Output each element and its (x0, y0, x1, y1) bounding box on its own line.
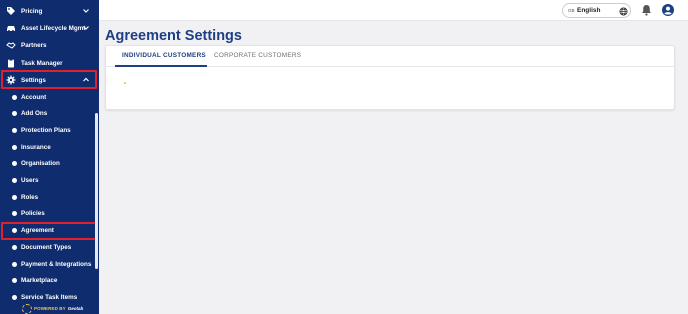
submenu-item-account[interactable]: Account (0, 91, 99, 105)
bullet-icon (12, 278, 17, 283)
language-selector[interactable]: GB English (562, 3, 631, 18)
page-title: Agreement Settings (105, 28, 242, 44)
active-tab-indicator (115, 65, 207, 67)
car-icon (7, 26, 15, 32)
bullet-icon (12, 195, 17, 200)
submenu-item-document-types[interactable]: Document Types (0, 241, 99, 255)
handshake-icon (6, 42, 16, 49)
submenu-item-roles[interactable]: Roles (0, 191, 99, 205)
submenu-item-protection-plans[interactable]: Protection Plans (0, 124, 99, 138)
sidebar-item-partners[interactable]: Partners (0, 37, 99, 53)
bullet-icon (12, 128, 17, 133)
submenu-item-label: Organisation (21, 160, 60, 167)
bullet-icon (12, 178, 17, 183)
tab-individual-customers[interactable]: INDIVIDUAL CUSTOMERS (122, 52, 206, 59)
submenu-item-label: Protection Plans (21, 127, 71, 134)
submenu-item-label: Document Types (21, 244, 72, 251)
sidebar-item-label: Settings (21, 76, 46, 84)
sidebar-item-asset-lifecycle[interactable]: Asset Lifecycle Mgmt (0, 20, 99, 36)
globe-icon (619, 7, 628, 16)
bullet-icon (12, 211, 17, 216)
submenu-item-add-ons[interactable]: Add Ons (0, 107, 99, 121)
brand-name: Geotab (67, 306, 84, 311)
sidebar-item-task-manager[interactable]: Task Manager (0, 55, 99, 71)
sidebar-item-label: Partners (21, 41, 47, 49)
submenu-item-label: Account (21, 94, 47, 101)
powered-by-badge: POWERED BY Geotab (22, 303, 83, 314)
submenu-item-policies[interactable]: Policies (0, 207, 99, 221)
submenu-item-label: Agreement (21, 227, 54, 234)
submenu-item-marketplace[interactable]: Marketplace (0, 274, 99, 288)
submenu-item-label: Users (21, 177, 39, 184)
sidebar-item-label: Asset Lifecycle Mgmt (21, 24, 86, 32)
powered-by-label: POWERED BY (34, 306, 66, 311)
bell-icon[interactable] (641, 4, 652, 16)
bullet-icon (12, 245, 17, 250)
bullet-icon (12, 111, 17, 116)
tab-corporate-customers[interactable]: CORPORATE CUSTOMERS (214, 52, 301, 59)
sidebar-item-label: Pricing (21, 7, 43, 15)
chevron-down-icon (83, 26, 89, 30)
bullet-icon (12, 161, 17, 166)
submenu-item-users[interactable]: Users (0, 174, 99, 188)
language-code: GB (568, 8, 575, 13)
chevron-down-icon (83, 9, 89, 13)
submenu-item-label: Service Task Items (21, 294, 78, 301)
submenu-item-payment-integrations[interactable]: Payment & Integrations (0, 258, 99, 272)
submenu-item-label: Marketplace (21, 277, 58, 284)
sidebar-item-label: Task Manager (21, 59, 63, 67)
bullet-icon (12, 295, 17, 300)
bullet-icon (12, 262, 17, 267)
language-name: English (577, 7, 601, 14)
content-placeholder (124, 82, 126, 84)
sidebar-item-settings[interactable]: Settings (0, 72, 99, 88)
sidebar-item-pricing[interactable]: Pricing (0, 3, 99, 19)
submenu-item-label: Payment & Integrations (21, 261, 92, 268)
submenu-item-label: Add Ons (21, 110, 48, 117)
bullet-icon (12, 95, 17, 100)
submenu-item-label: Policies (21, 210, 45, 217)
agreement-settings-card: INDIVIDUAL CUSTOMERS CORPORATE CUSTOMERS (105, 45, 675, 110)
user-circle-icon[interactable] (662, 4, 674, 16)
submenu-item-agreement[interactable]: Agreement (0, 224, 99, 238)
bullet-icon (12, 228, 17, 233)
sidebar-scrollbar[interactable] (95, 113, 98, 269)
customer-tabs: INDIVIDUAL CUSTOMERS CORPORATE CUSTOMERS (106, 46, 674, 67)
submenu-item-label: Insurance (21, 144, 51, 151)
submenu-item-label: Roles (21, 194, 39, 201)
chevron-up-icon (83, 77, 89, 82)
tag-icon (7, 7, 15, 15)
bullet-icon (12, 145, 17, 150)
gear-icon (6, 75, 16, 85)
sidebar: Pricing Asset Lifecycle Mgmt Partners Ta… (0, 0, 99, 314)
clipboard-icon (8, 59, 14, 68)
powered-by-logo-icon (22, 303, 32, 314)
submenu-item-organisation[interactable]: Organisation (0, 157, 99, 171)
submenu-item-insurance[interactable]: Insurance (0, 141, 99, 155)
